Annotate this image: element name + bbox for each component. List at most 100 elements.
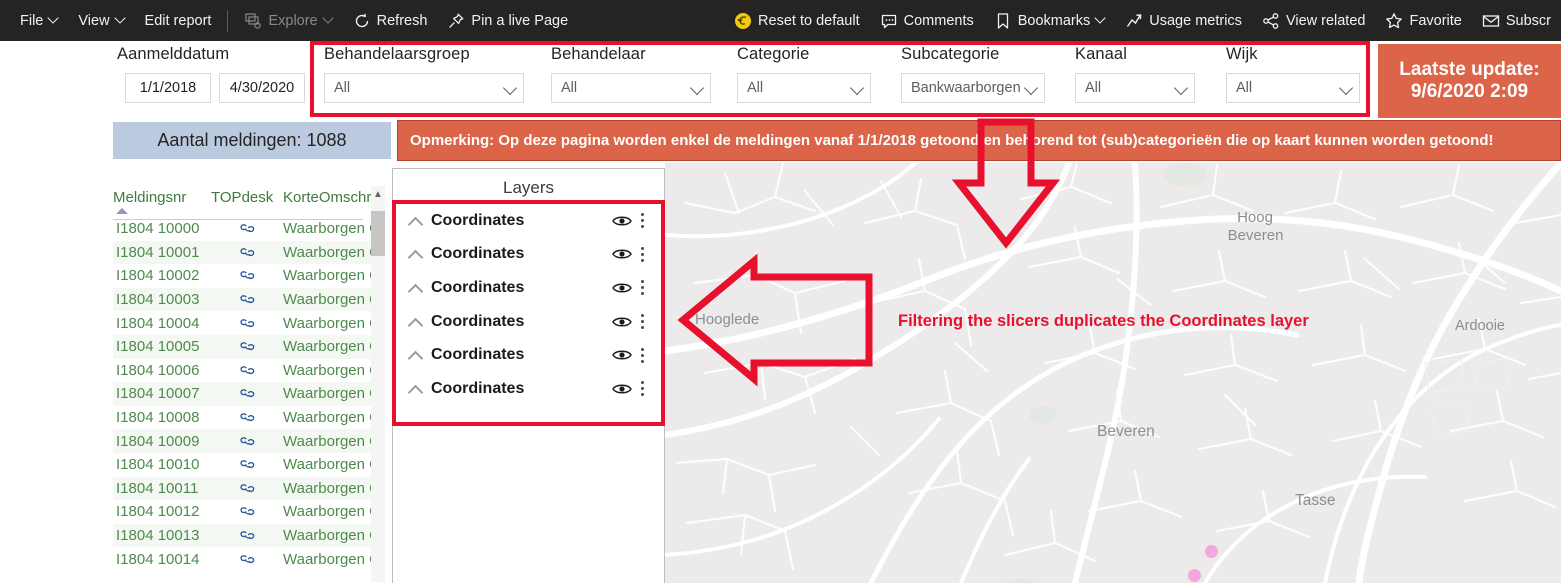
cell-topdesk[interactable]: [211, 504, 283, 519]
toolbar-item-refresh[interactable]: Refresh: [343, 0, 438, 41]
table-row[interactable]: I1804 10012 Waarborgen C: [113, 500, 385, 524]
link-icon[interactable]: [239, 221, 256, 236]
table-row[interactable]: I1804 10008 Waarborgen C: [113, 406, 385, 430]
link-icon[interactable]: [239, 363, 256, 378]
cell-topdesk[interactable]: [211, 528, 283, 543]
column-header-korteomschrijving[interactable]: KorteOmschrij: [283, 189, 383, 206]
table-row[interactable]: I1804 10001 Waarborgen C: [113, 240, 385, 265]
slicer-dropdown-categorie[interactable]: All: [737, 73, 871, 103]
link-icon[interactable]: [239, 245, 256, 260]
cell-topdesk[interactable]: [211, 457, 283, 472]
cell-topdesk[interactable]: [211, 552, 283, 567]
link-icon[interactable]: [239, 552, 256, 567]
table-scrollbar[interactable]: ▲: [371, 186, 385, 582]
layer-row[interactable]: Coordinates: [393, 305, 664, 339]
table-row[interactable]: I1804 10009 Waarborgen C: [113, 429, 385, 453]
toolbar-label-refresh: Refresh: [376, 12, 428, 29]
table-row[interactable]: I1804 10004 Waarborgen C: [113, 311, 385, 335]
slicer-dropdown-behandelaar[interactable]: All: [551, 73, 711, 103]
table-row[interactable]: I1804 10005 Waarborgen C: [113, 334, 385, 359]
link-icon[interactable]: [239, 292, 256, 307]
toolbar-item-usage-metrics[interactable]: Usage metrics: [1115, 0, 1252, 41]
chevron-up-icon[interactable]: [407, 315, 429, 329]
toolbar-item-favorite[interactable]: Favorite: [1375, 0, 1471, 41]
toolbar-item-file[interactable]: File: [10, 0, 68, 41]
link-icon[interactable]: [239, 316, 256, 331]
table-row[interactable]: I1804 10006 Waarborgen C: [113, 359, 385, 383]
eye-visibility-icon[interactable]: [610, 247, 634, 261]
table-row[interactable]: I1804 10014 Waarborgen C: [113, 547, 385, 571]
layer-more-options-icon[interactable]: [634, 347, 650, 363]
cell-topdesk[interactable]: [211, 339, 283, 354]
eye-visibility-icon[interactable]: [610, 315, 634, 329]
layer-more-options-icon[interactable]: [634, 213, 650, 229]
layer-row[interactable]: Coordinates: [393, 238, 664, 272]
cell-topdesk[interactable]: [211, 434, 283, 449]
toolbar-item-explore[interactable]: Explore: [234, 0, 342, 41]
layer-more-options-icon[interactable]: [634, 314, 650, 330]
table-row[interactable]: I1804 10007 Waarborgen C: [113, 382, 385, 406]
table-row[interactable]: I1804 10002 Waarborgen C: [113, 264, 385, 288]
toolbar-item-bookmarks[interactable]: Bookmarks: [984, 0, 1116, 41]
eye-visibility-icon[interactable]: [610, 348, 634, 362]
scrollbar-thumb[interactable]: [371, 211, 385, 256]
slicer-dropdown-wijk[interactable]: All: [1226, 73, 1360, 103]
cell-topdesk[interactable]: [211, 245, 283, 260]
link-icon[interactable]: [239, 386, 256, 401]
cell-topdesk[interactable]: [211, 481, 283, 496]
eye-visibility-icon[interactable]: [610, 382, 634, 396]
chevron-up-icon[interactable]: [407, 281, 429, 295]
link-icon[interactable]: [239, 434, 256, 449]
table-row[interactable]: I1804 10011 Waarborgen C: [113, 476, 385, 501]
layer-more-options-icon[interactable]: [634, 381, 650, 397]
layer-row[interactable]: Coordinates: [393, 338, 664, 372]
layer-row[interactable]: Coordinates: [393, 271, 664, 305]
link-icon[interactable]: [239, 457, 256, 472]
cell-topdesk[interactable]: [211, 221, 283, 236]
column-header-topdesk[interactable]: TOPdesk: [211, 189, 283, 206]
link-icon[interactable]: [239, 268, 256, 283]
table-row[interactable]: I1804 10010 Waarborgen C: [113, 453, 385, 477]
link-icon[interactable]: [239, 339, 256, 354]
eye-visibility-icon[interactable]: [610, 281, 634, 295]
toolbar-item-comments[interactable]: Comments: [870, 0, 984, 41]
toolbar-item-reset-to-default[interactable]: Reset to default: [724, 0, 870, 41]
slicer-dropdown-behandelaarsgroep[interactable]: All: [324, 73, 524, 103]
layer-more-options-icon[interactable]: [634, 246, 650, 262]
table-row[interactable]: I1804 10013 Waarborgen C: [113, 523, 385, 548]
table-row[interactable]: I1804 10003 Waarborgen C: [113, 287, 385, 312]
toolbar-item-view-related[interactable]: View related: [1252, 0, 1376, 41]
link-icon[interactable]: [239, 504, 256, 519]
chevron-up-icon[interactable]: [407, 348, 429, 362]
cell-topdesk[interactable]: [211, 410, 283, 425]
chevron-up-icon[interactable]: [407, 214, 429, 228]
cell-topdesk[interactable]: [211, 292, 283, 307]
slicer-dropdown-subcategorie[interactable]: Bankwaarborgen: [901, 73, 1045, 103]
toolbar-item-subscribe[interactable]: Subscr: [1472, 0, 1561, 41]
cell-topdesk[interactable]: [211, 386, 283, 401]
link-icon[interactable]: [239, 528, 256, 543]
cell-topdesk[interactable]: [211, 268, 283, 283]
map-data-point[interactable]: [1205, 545, 1218, 558]
toolbar-item-view[interactable]: View: [68, 0, 134, 41]
date-end-input[interactable]: 4/30/2020: [219, 73, 305, 103]
layer-row[interactable]: Coordinates: [393, 372, 664, 406]
map-visual[interactable]: Hooglede Hoog Beveren Ardooie Beveren Ta…: [665, 163, 1561, 583]
toolbar-item-pin-live-page[interactable]: Pin a live Page: [437, 0, 578, 41]
chevron-up-icon[interactable]: [407, 382, 429, 396]
cell-topdesk[interactable]: [211, 363, 283, 378]
toolbar-item-edit-report[interactable]: Edit report: [135, 0, 222, 41]
column-header-meldingsnr[interactable]: Meldingsnr: [113, 189, 211, 214]
table-row[interactable]: I1804 10000 Waarborgen C: [113, 217, 385, 241]
layer-more-options-icon[interactable]: [634, 280, 650, 296]
link-icon[interactable]: [239, 410, 256, 425]
scroll-up-icon[interactable]: ▲: [371, 186, 385, 202]
link-icon[interactable]: [239, 481, 256, 496]
eye-visibility-icon[interactable]: [610, 214, 634, 228]
date-start-input[interactable]: 1/1/2018: [125, 73, 211, 103]
chevron-up-icon[interactable]: [407, 247, 429, 261]
layer-row[interactable]: Coordinates: [393, 204, 664, 238]
cell-topdesk[interactable]: [211, 316, 283, 331]
slicer-dropdown-kanaal[interactable]: All: [1075, 73, 1195, 103]
map-data-point[interactable]: [1188, 569, 1201, 582]
